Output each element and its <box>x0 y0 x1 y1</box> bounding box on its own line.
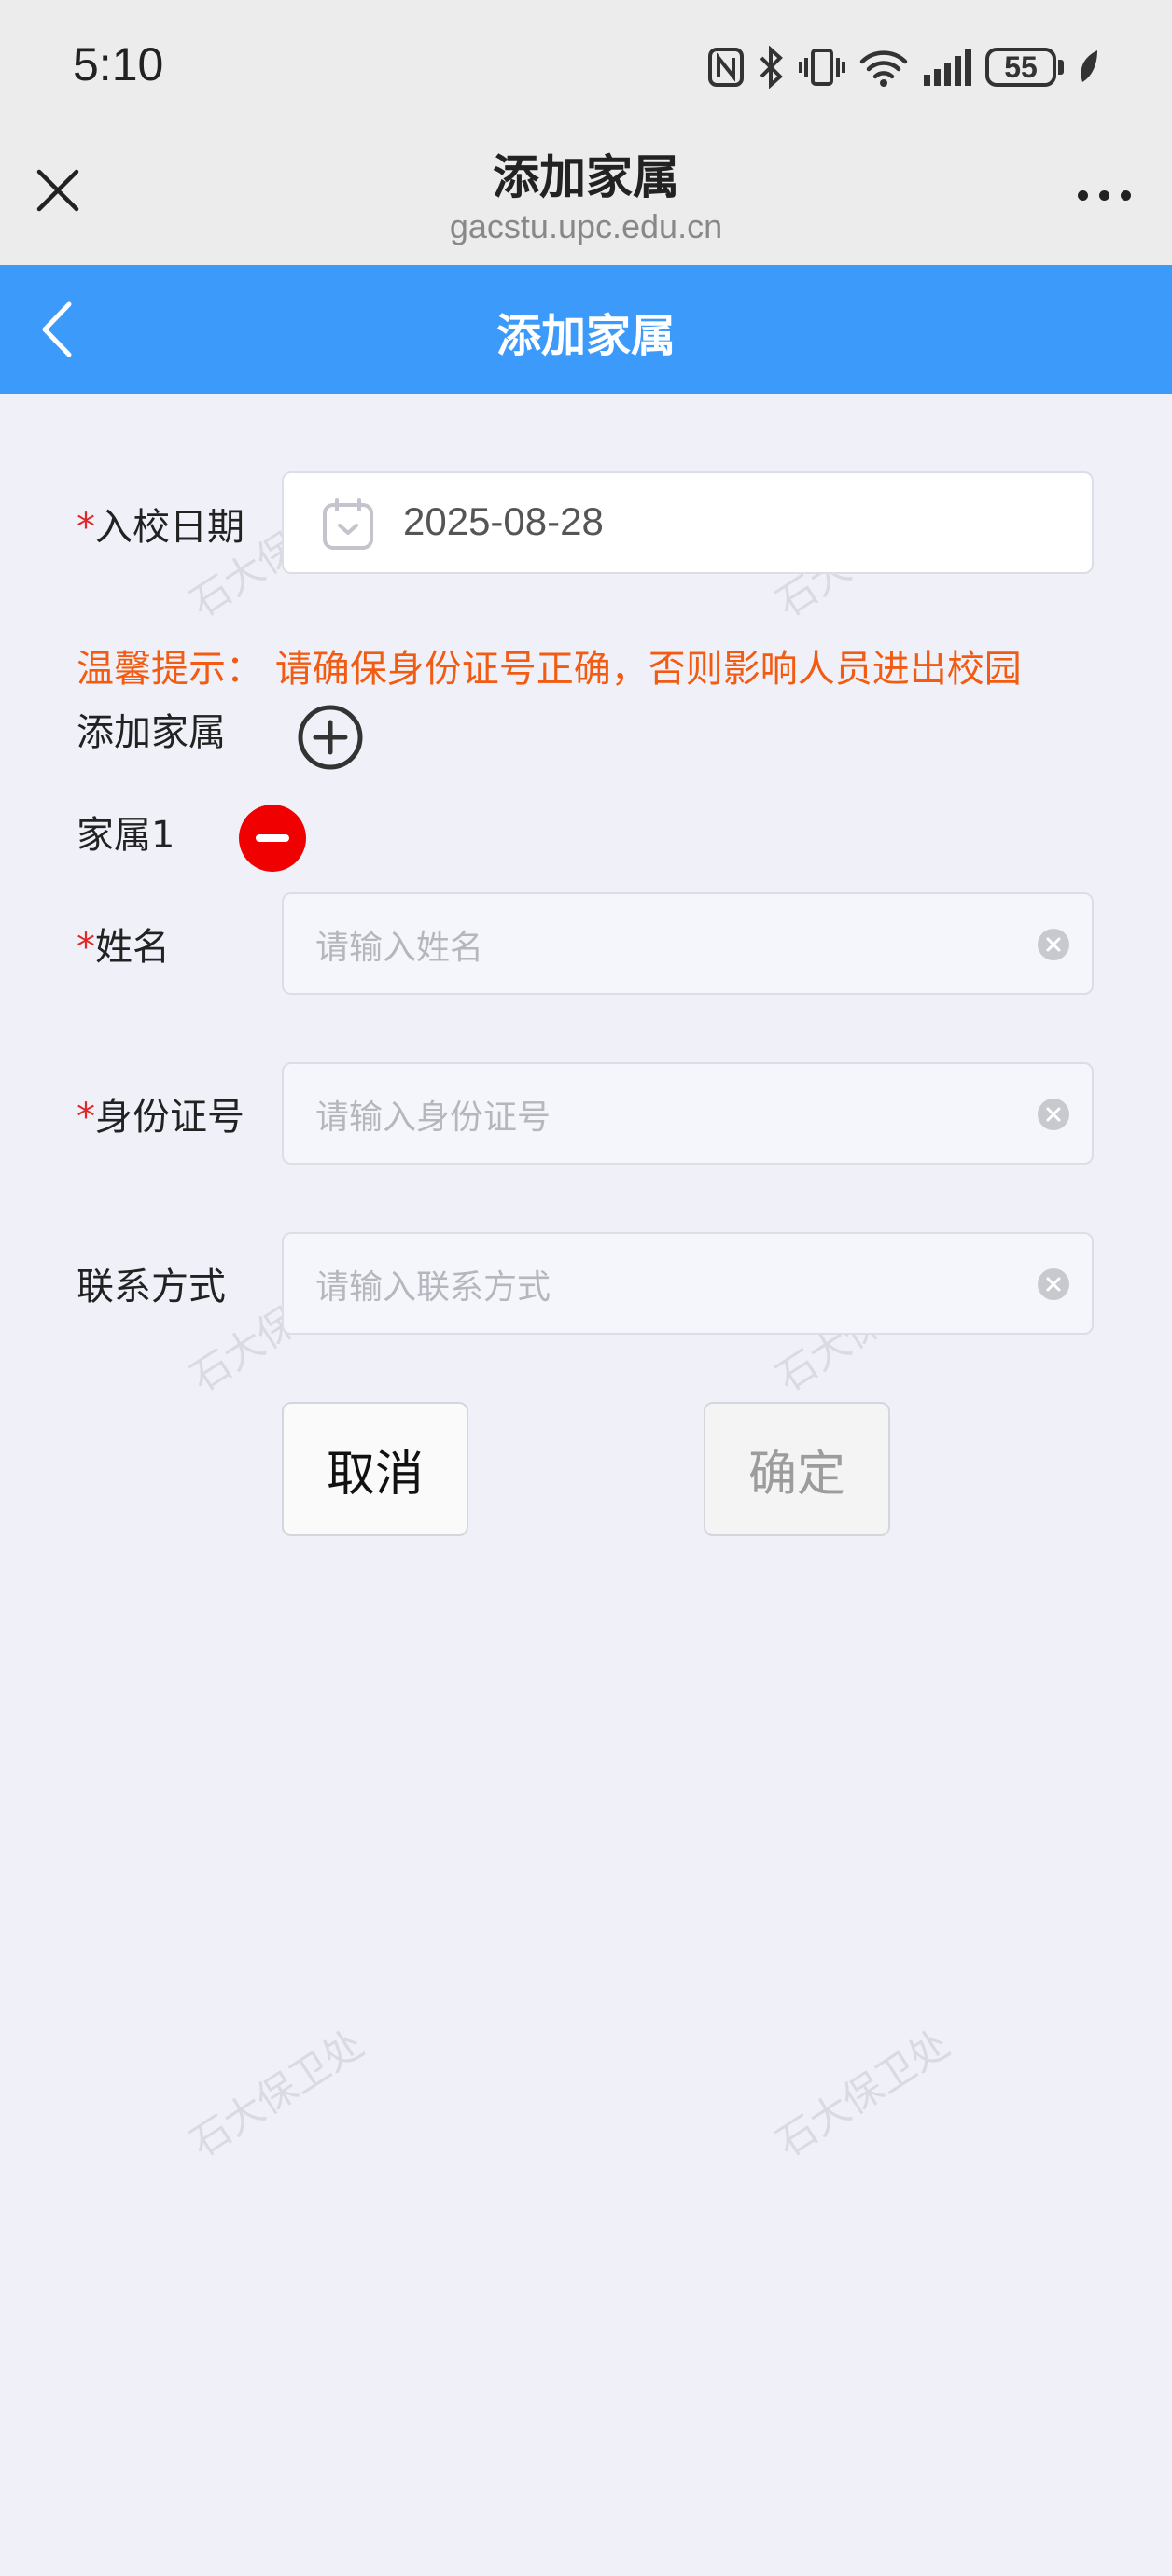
watermark: 石大保卫处 <box>768 2021 958 2166</box>
leaf-icon <box>1081 50 1097 82</box>
add-family-button[interactable] <box>297 704 364 771</box>
contact-label: 联系方式 <box>77 1266 226 1309</box>
bluetooth-icon <box>760 46 783 89</box>
browser-domain: gacstu.upc.edu.cn <box>449 207 723 245</box>
contact-placeholder: 请输入联系方式 <box>315 1268 551 1307</box>
required-mark: * <box>77 926 95 969</box>
vibrate-icon <box>799 49 845 86</box>
entry-date-value: 2025-08-28 <box>403 499 604 543</box>
page-title: 添加家属 <box>495 310 676 362</box>
browser-title-bar: 添加家属 gacstu.upc.edu.cn <box>0 131 1172 265</box>
required-mark: * <box>77 1096 95 1139</box>
name-label: *姓名 <box>77 926 170 969</box>
id-number-label: *身份证号 <box>77 1096 244 1139</box>
status-time: 5:10 <box>73 38 164 91</box>
clear-icon[interactable] <box>1036 927 1071 962</box>
entry-date-field[interactable]: 2025-08-28 <box>282 471 1094 574</box>
clear-icon[interactable] <box>1036 1267 1071 1302</box>
warm-tip: 温馨提示： 请确保身份证号正确，否则影响人员进出校园 <box>77 648 1022 691</box>
calendar-icon <box>323 498 373 550</box>
id-number-input[interactable]: 请输入身份证号 <box>282 1062 1094 1165</box>
add-family-label: 添加家属 <box>77 711 226 754</box>
entry-date-label: *入校日期 <box>77 506 244 549</box>
cancel-button[interactable]: 取消 <box>282 1402 468 1536</box>
nfc-icon <box>708 48 744 87</box>
signal-icon <box>924 49 971 86</box>
clear-icon[interactable] <box>1036 1097 1071 1132</box>
contact-input[interactable]: 请输入联系方式 <box>282 1232 1094 1335</box>
watermark: 石大保卫处 <box>182 2021 372 2166</box>
name-placeholder: 请输入姓名 <box>315 929 484 967</box>
id-number-placeholder: 请输入身份证号 <box>315 1099 551 1137</box>
family-member-label: 家属1 <box>77 814 175 857</box>
remove-family-button[interactable] <box>239 805 306 872</box>
wifi-icon <box>859 50 908 87</box>
battery-icon: 55 <box>985 48 1056 87</box>
status-bar: 5:10 55 <box>0 0 1172 131</box>
browser-title: 添加家属 <box>493 150 679 204</box>
confirm-button[interactable]: 确定 <box>704 1402 890 1536</box>
required-mark: * <box>77 506 95 549</box>
battery-indicator: 55 <box>985 48 1064 87</box>
more-options-icon[interactable] <box>1078 190 1131 201</box>
nav-bar: 添加家属 <box>0 265 1172 394</box>
status-icons: 55 <box>707 41 1101 93</box>
name-input[interactable]: 请输入姓名 <box>282 892 1094 995</box>
